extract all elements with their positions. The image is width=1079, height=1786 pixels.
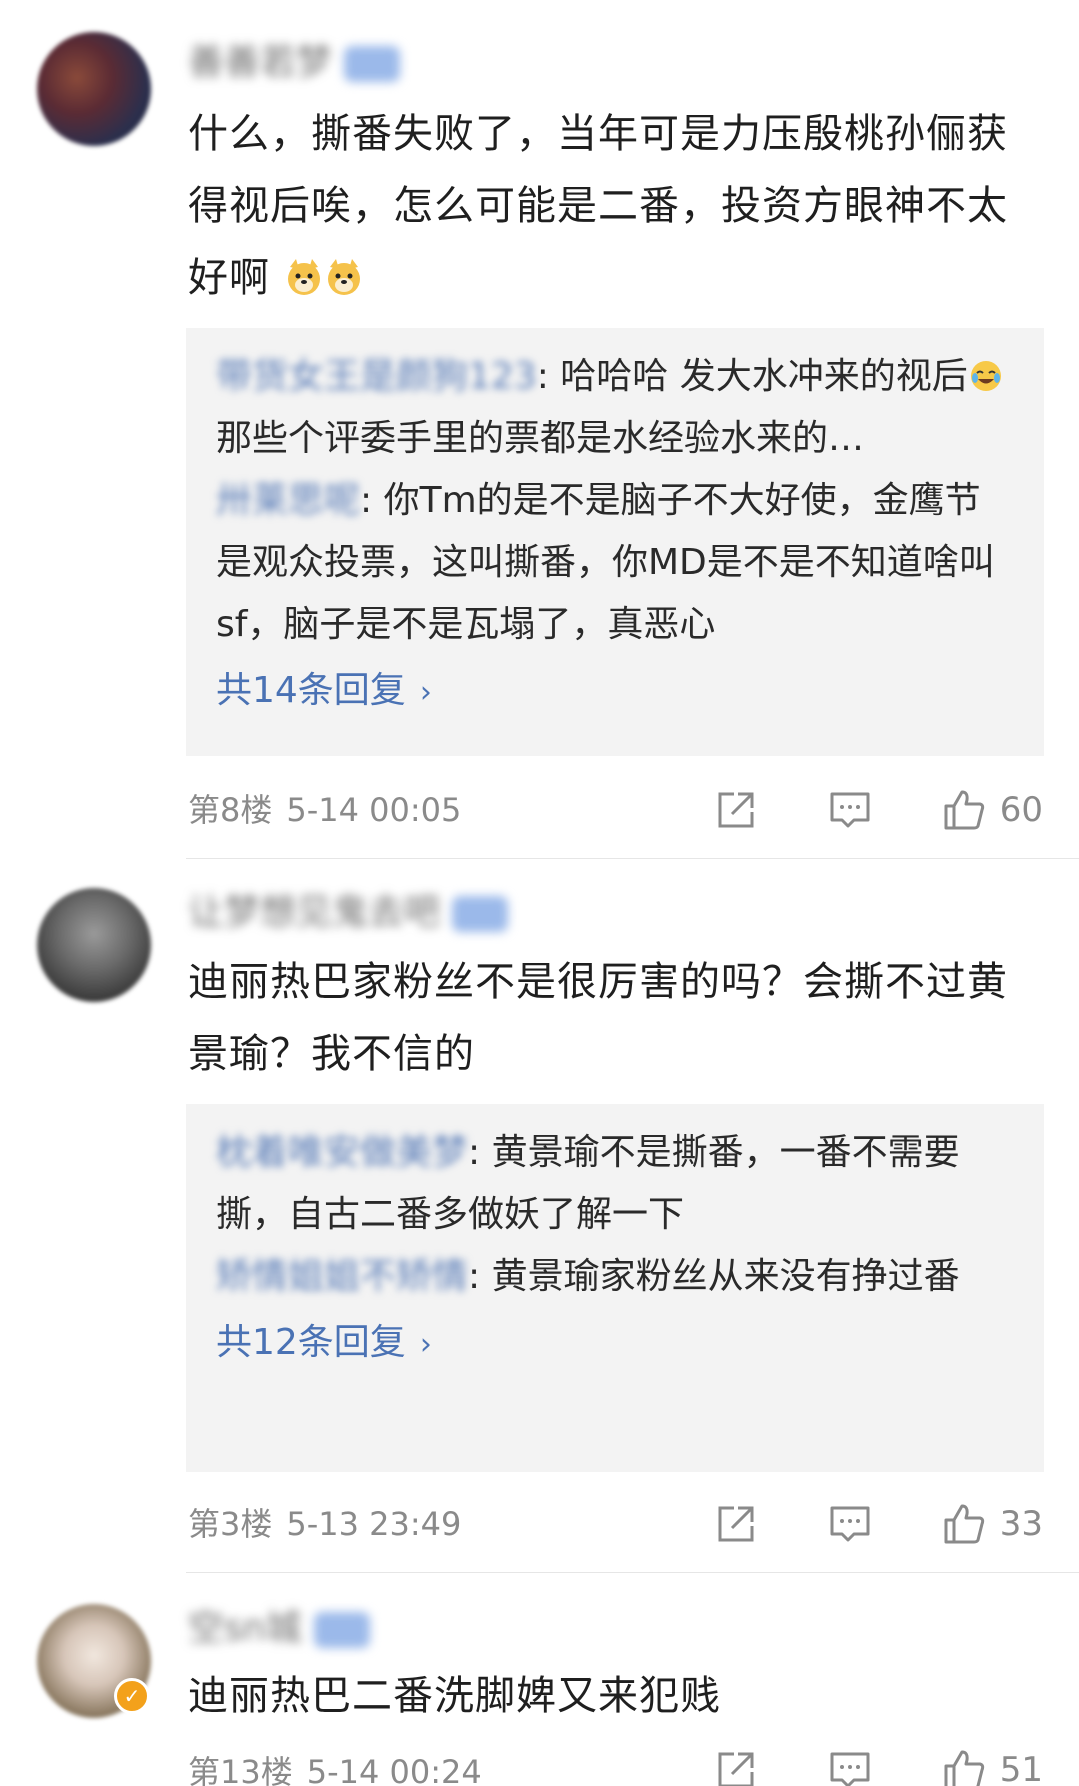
comment-meta: 第13楼 5-14 00:24 <box>188 1752 482 1786</box>
like-icon[interactable] <box>942 788 986 832</box>
member-badge <box>452 896 509 932</box>
like-count: 51 <box>999 1750 1043 1786</box>
verified-badge-icon: ✓ <box>114 1678 150 1714</box>
timestamp: 5-14 00:05 <box>286 791 462 829</box>
like-count: 60 <box>999 790 1043 830</box>
comment-meta: 第3楼 5-13 23:49 <box>188 1504 461 1544</box>
comment-content: 迪丽热巴家粉丝不是很厉害的吗？会撕不过黄景瑜？我不信的 <box>188 959 1008 1077</box>
reply-username[interactable]: 枕着唯安做美梦 <box>216 1132 468 1173</box>
comment-username[interactable]: 空sn城 <box>188 1606 370 1652</box>
floor-number: 第13楼 <box>188 1753 293 1786</box>
more-replies-link[interactable]: 共12条回复 › <box>216 1312 1016 1376</box>
avatar[interactable] <box>37 888 151 1002</box>
comment-content: 什么，撕番失败了，当年可是力压殷桃孙俪获得视后唉，怎么可能是二番，投资方眼神不太… <box>188 111 1008 301</box>
timestamp: 5-14 00:24 <box>306 1753 482 1786</box>
comment-icon[interactable] <box>828 1502 872 1546</box>
avatar[interactable] <box>37 32 151 146</box>
share-icon[interactable] <box>714 788 758 832</box>
reply-username[interactable]: 带货女王是颜狗123 <box>216 356 537 397</box>
more-replies-link[interactable]: 共14条回复 › <box>216 660 1016 724</box>
reply-item: 枕着唯安做美梦: 黄景瑜不是撕番，一番不需要撕，自古二番多做妖了解一下 <box>216 1132 960 1235</box>
floor-number: 第3楼 <box>188 1505 273 1543</box>
comment-meta: 第8楼 5-14 00:05 <box>188 790 461 830</box>
member-badge <box>344 46 401 82</box>
reply-text-tail: 那些个评委手里的票都是水经验水来的… <box>216 418 865 459</box>
reply-preview-box[interactable]: 带货女王是颜狗123: 哈哈哈 发大水冲来的视后那些个评委手里的票都是水经验水来… <box>186 328 1044 756</box>
chevron-right-icon: › <box>419 1327 432 1362</box>
reply-item: 矫情姐姐不矫情: 黄景瑜家粉丝从来没有挣过番 <box>216 1256 960 1297</box>
doge-emoji-icon <box>327 259 360 295</box>
divider <box>186 858 1079 859</box>
member-badge <box>313 1612 370 1648</box>
comment-actions: 51 <box>714 1748 1043 1786</box>
reply-username[interactable]: 矫情姐姐不矫情 <box>216 1256 468 1297</box>
chevron-right-icon: › <box>419 675 432 710</box>
floor-number: 第8楼 <box>188 791 273 829</box>
reply-text: 黄景瑜家粉丝从来没有挣过番 <box>491 1256 960 1297</box>
comment-content: 迪丽热巴二番洗脚婢又来犯贱 <box>188 1673 721 1719</box>
like-icon[interactable] <box>942 1748 986 1786</box>
comment-actions: 33 <box>714 1502 1043 1546</box>
comment-icon[interactable] <box>828 788 872 832</box>
like-count: 33 <box>999 1504 1043 1544</box>
share-icon[interactable] <box>714 1502 758 1546</box>
comment-icon[interactable] <box>828 1748 872 1786</box>
comment-username[interactable]: 善善若梦 <box>188 40 401 86</box>
reply-item: 带货女王是颜狗123: 哈哈哈 发大水冲来的视后那些个评委手里的票都是水经验水来… <box>216 346 1016 470</box>
laugh-cry-emoji-icon <box>970 361 1001 391</box>
reply-text: 哈哈哈 发大水冲来的视后 <box>560 356 968 397</box>
comment-actions: 60 <box>714 788 1043 832</box>
share-icon[interactable] <box>714 1748 758 1786</box>
like-icon[interactable] <box>942 1502 986 1546</box>
comment-username[interactable]: 让梦想见鬼去吧 <box>188 890 509 936</box>
reply-item: 卅莱思呢: 你Tm的是不是脑子不大好使，金鹰节是观众投票，这叫撕番，你MD是不是… <box>216 480 995 645</box>
reply-username[interactable]: 卅莱思呢 <box>216 480 360 521</box>
timestamp: 5-13 23:49 <box>286 1505 462 1543</box>
reply-preview-box[interactable]: 枕着唯安做美梦: 黄景瑜不是撕番，一番不需要撕，自古二番多做妖了解一下 矫情姐姐… <box>186 1104 1044 1472</box>
divider <box>186 1572 1079 1573</box>
doge-emoji-icon <box>287 259 320 295</box>
